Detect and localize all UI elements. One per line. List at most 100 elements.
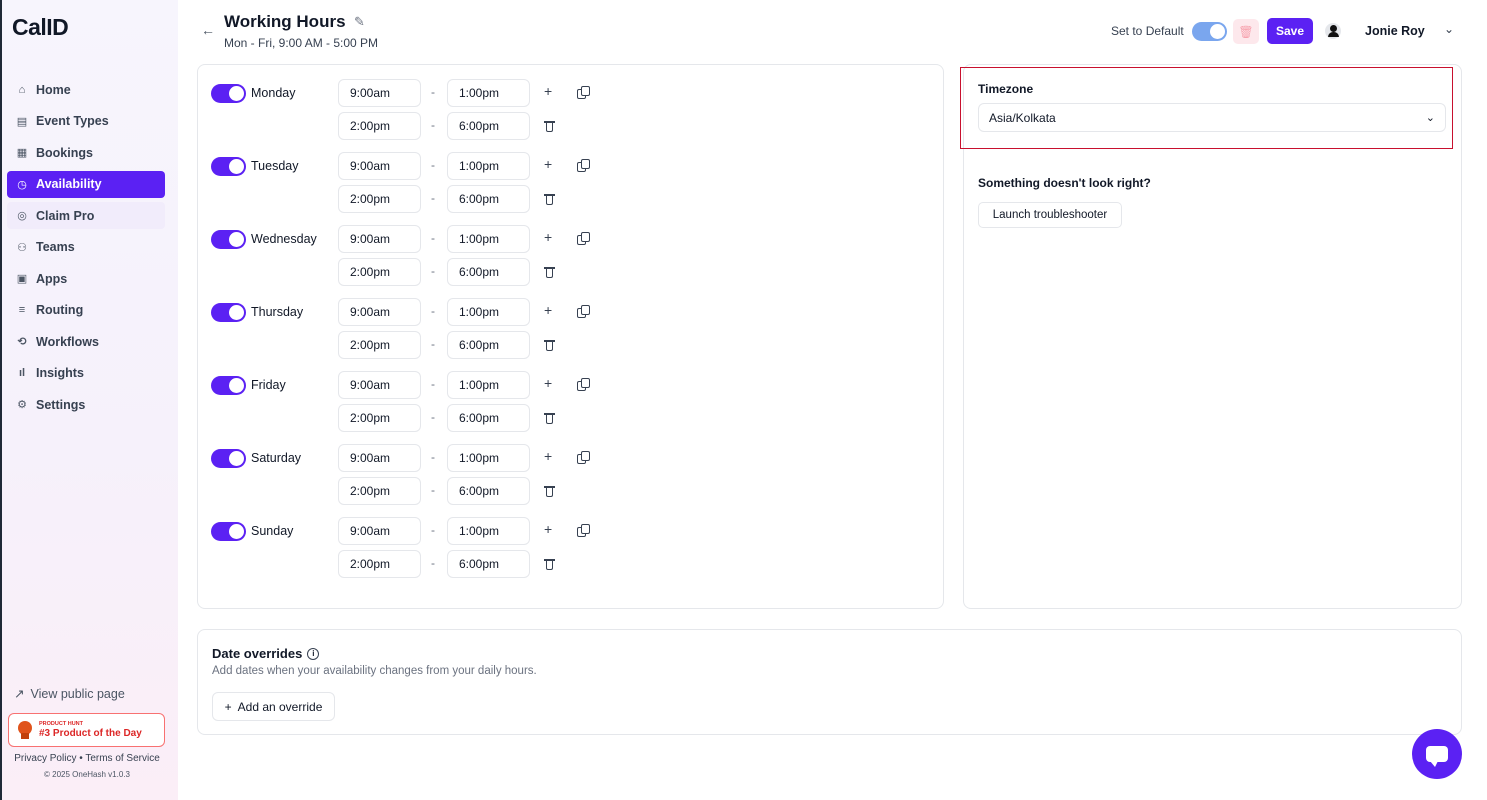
sidebar-item-availability[interactable]: ◷ Availability xyxy=(7,170,165,198)
avatar[interactable] xyxy=(1325,23,1341,39)
day-toggle[interactable] xyxy=(211,230,246,249)
timezone-select[interactable]: Asia/Kolkata ⌄ xyxy=(978,103,1446,132)
sidebar-item-label: Settings xyxy=(36,397,86,412)
copy-icon[interactable] xyxy=(577,524,590,537)
end-time-select[interactable]: 6:00pm xyxy=(447,331,530,359)
set-default-toggle[interactable] xyxy=(1192,22,1227,41)
product-hunt-badge[interactable]: PRODUCT HUNT #3 Product of the Day xyxy=(8,713,165,747)
start-time-select[interactable]: 9:00am xyxy=(338,444,421,472)
trash-icon[interactable] xyxy=(544,193,555,205)
end-time-select[interactable]: 6:00pm xyxy=(447,477,530,505)
add-slot-plus-icon[interactable]: + xyxy=(544,229,552,245)
timezone-label: Timezone xyxy=(978,82,1034,96)
start-time-select[interactable]: 2:00pm xyxy=(338,477,421,505)
gear-icon: ⚙ xyxy=(17,399,27,411)
day-toggle[interactable] xyxy=(211,84,246,103)
start-time-select[interactable]: 9:00am xyxy=(338,79,421,107)
trash-icon[interactable] xyxy=(544,266,555,278)
sidebar-item-settings[interactable]: ⚙ Settings xyxy=(7,391,165,418)
user-name[interactable]: Jonie Roy xyxy=(1365,24,1425,38)
app-logo[interactable]: CalID xyxy=(12,14,69,41)
start-time-select[interactable]: 2:00pm xyxy=(338,185,421,213)
sidebar-item-home[interactable]: ⌂ Home xyxy=(7,76,165,103)
add-slot-plus-icon[interactable]: + xyxy=(544,375,552,391)
sidebar-item-claim-pro[interactable]: ◎ Claim Pro xyxy=(7,202,165,229)
sidebar-item-workflows[interactable]: ⟲ Workflows xyxy=(7,328,165,355)
start-time-select[interactable]: 2:00pm xyxy=(338,112,421,140)
sidebar-item-bookings[interactable]: ▦ Bookings xyxy=(7,139,165,166)
end-time-select[interactable]: 1:00pm xyxy=(447,79,530,107)
end-time-select[interactable]: 6:00pm xyxy=(447,185,530,213)
end-time-select[interactable]: 6:00pm xyxy=(447,112,530,140)
start-time-select[interactable]: 9:00am xyxy=(338,225,421,253)
day-toggle[interactable] xyxy=(211,376,246,395)
bar-chart-icon: ıl xyxy=(18,367,26,379)
start-time-select[interactable]: 2:00pm xyxy=(338,550,421,578)
page-subtitle: Mon - Fri, 9:00 AM - 5:00 PM xyxy=(224,36,379,50)
time-separator: - xyxy=(431,304,435,318)
end-time-select[interactable]: 6:00pm xyxy=(447,404,530,432)
edit-pencil-icon[interactable]: ✎ xyxy=(354,14,365,30)
day-toggle[interactable] xyxy=(211,303,246,322)
add-override-button[interactable]: + Add an override xyxy=(212,692,335,721)
end-time-select[interactable]: 1:00pm xyxy=(447,371,530,399)
save-button[interactable]: Save xyxy=(1267,18,1313,44)
add-slot-plus-icon[interactable]: + xyxy=(544,521,552,537)
trash-icon[interactable] xyxy=(544,558,555,570)
chat-support-button[interactable] xyxy=(1412,729,1462,779)
sidebar-item-insights[interactable]: ıl Insights xyxy=(7,360,165,387)
legal-links[interactable]: Privacy Policy • Terms of Service xyxy=(2,753,172,764)
trash-icon[interactable] xyxy=(544,120,555,132)
day-toggle[interactable] xyxy=(211,157,246,176)
copy-icon[interactable] xyxy=(577,86,590,99)
info-icon[interactable]: i xyxy=(307,647,320,660)
start-time-select[interactable]: 9:00am xyxy=(338,371,421,399)
copy-icon[interactable] xyxy=(577,159,590,172)
day-row-tuesday: Tuesday 9:00am -1:00pm +2:00pm -6:00pm xyxy=(198,138,943,213)
launch-troubleshooter-button[interactable]: Launch troubleshooter xyxy=(978,202,1122,228)
workflow-icon: ⟲ xyxy=(17,336,27,348)
day-row-friday: Friday 9:00am -1:00pm +2:00pm -6:00pm xyxy=(198,357,943,432)
end-time-select[interactable]: 1:00pm xyxy=(447,152,530,180)
view-public-page-link[interactable]: ↗ View public page xyxy=(14,686,125,702)
badge-icon: ◎ xyxy=(17,210,27,222)
sidebar-item-apps[interactable]: ▣ Apps xyxy=(7,265,165,292)
start-time-select[interactable]: 9:00am xyxy=(338,298,421,326)
trash-icon[interactable] xyxy=(544,412,555,424)
start-time-select[interactable]: 9:00am xyxy=(338,152,421,180)
add-slot-plus-icon[interactable]: + xyxy=(544,156,552,172)
chat-icon xyxy=(1426,746,1448,767)
sidebar-item-label: Event Types xyxy=(36,114,109,128)
chevron-down-icon[interactable]: ⌄ xyxy=(1444,22,1454,36)
end-time-select[interactable]: 6:00pm xyxy=(447,550,530,578)
day-toggle[interactable] xyxy=(211,449,246,468)
add-slot-plus-icon[interactable]: + xyxy=(544,302,552,318)
add-slot-plus-icon[interactable]: + xyxy=(544,448,552,464)
day-toggle[interactable] xyxy=(211,522,246,541)
end-time-select[interactable]: 6:00pm xyxy=(447,258,530,286)
end-time-select[interactable]: 1:00pm xyxy=(447,444,530,472)
trash-icon[interactable] xyxy=(544,339,555,351)
sidebar-item-teams[interactable]: ⚇ Teams xyxy=(7,234,165,261)
copy-icon[interactable] xyxy=(577,232,590,245)
sidebar: CalID ⌂ Home ▤ Event Types ▦ Bookings ◷ Availab… xyxy=(0,0,178,800)
copy-icon[interactable] xyxy=(577,451,590,464)
sidebar-item-event-types[interactable]: ▤ Event Types xyxy=(7,108,165,135)
sidebar-item-routing[interactable]: ≡ Routing xyxy=(7,297,165,324)
trash-icon[interactable] xyxy=(544,485,555,497)
page-title: Working Hours xyxy=(224,12,346,31)
start-time-select[interactable]: 2:00pm xyxy=(338,331,421,359)
add-slot-plus-icon[interactable]: + xyxy=(544,83,552,99)
delete-schedule-button[interactable]: 🗑 xyxy=(1233,19,1259,44)
sidebar-item-label: Insights xyxy=(36,366,84,380)
copy-icon[interactable] xyxy=(577,305,590,318)
back-arrow-icon[interactable]: ← xyxy=(201,22,215,38)
end-time-select[interactable]: 1:00pm xyxy=(447,225,530,253)
time-separator: - xyxy=(431,118,435,132)
copy-icon[interactable] xyxy=(577,378,590,391)
start-time-select[interactable]: 2:00pm xyxy=(338,258,421,286)
start-time-select[interactable]: 9:00am xyxy=(338,517,421,545)
start-time-select[interactable]: 2:00pm xyxy=(338,404,421,432)
end-time-select[interactable]: 1:00pm xyxy=(447,298,530,326)
end-time-select[interactable]: 1:00pm xyxy=(447,517,530,545)
